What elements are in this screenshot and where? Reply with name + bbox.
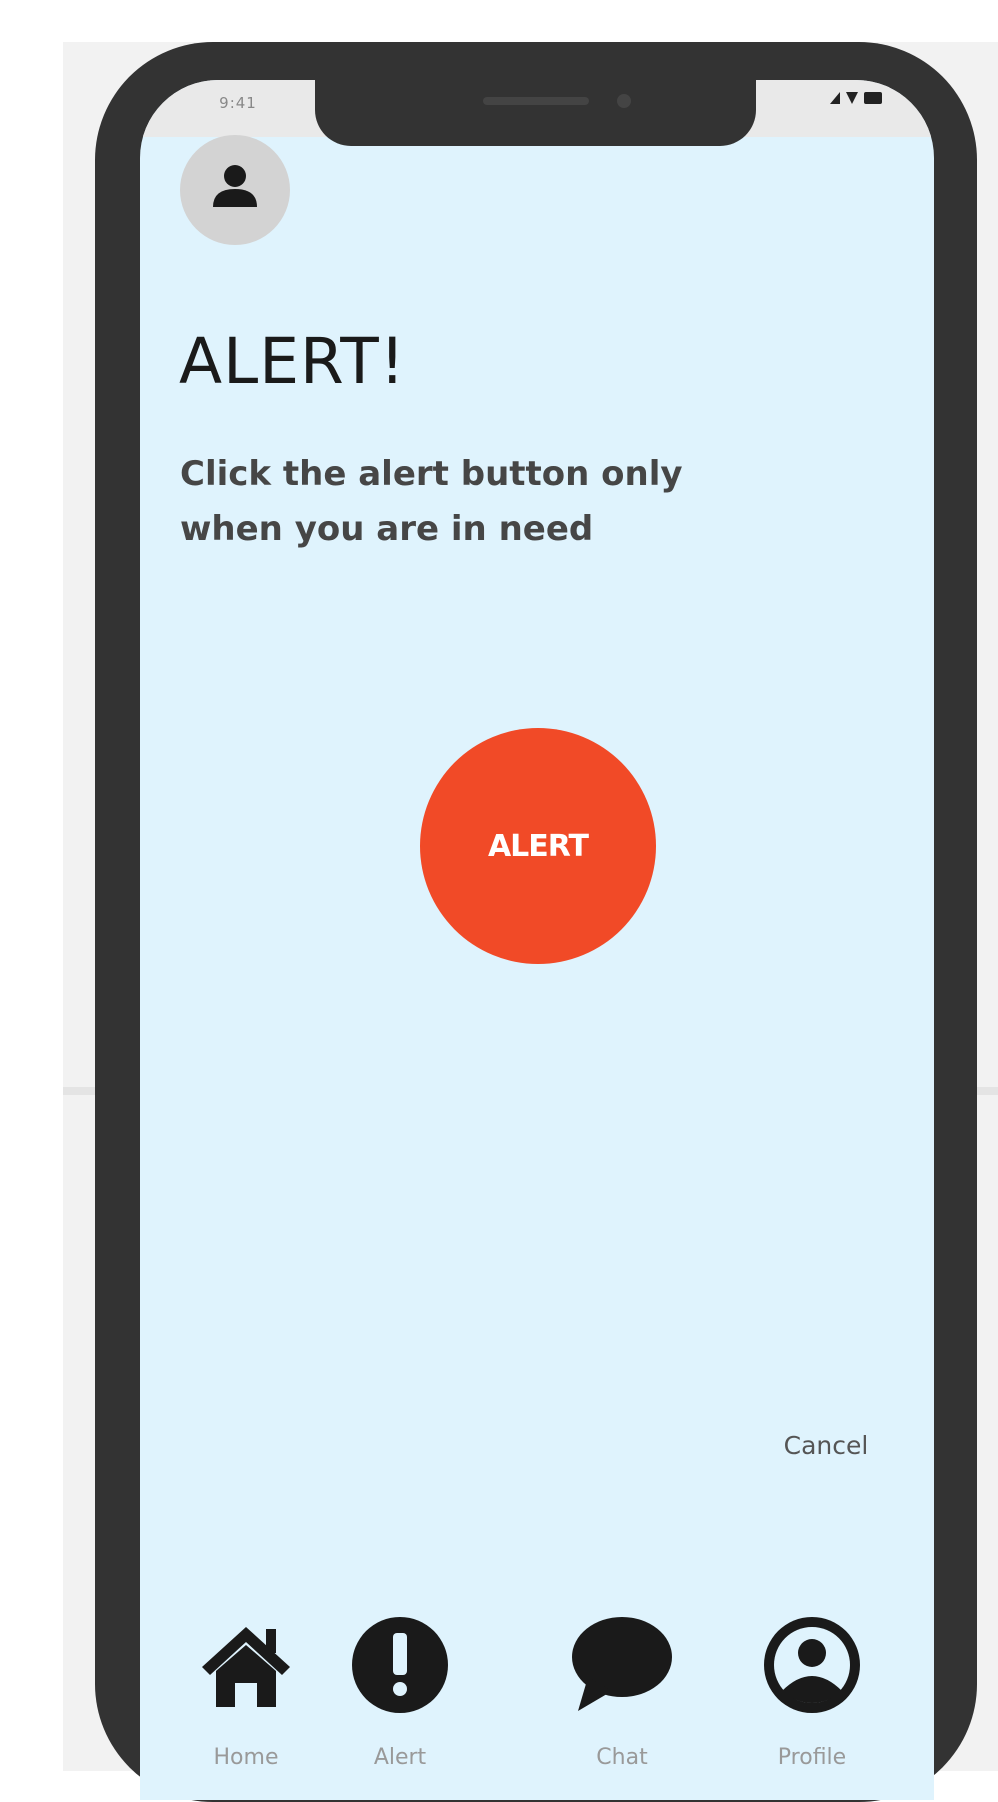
- nav-label-chat: Chat: [596, 1745, 648, 1770]
- user-avatar[interactable]: [180, 135, 290, 245]
- status-time: 9:41: [219, 94, 257, 112]
- cancel-button[interactable]: Cancel: [770, 1431, 882, 1460]
- nav-item-chat[interactable]: Chat: [552, 1615, 692, 1800]
- chat-bubble-icon: [572, 1617, 672, 1711]
- nav-item-profile[interactable]: Profile: [742, 1615, 882, 1800]
- nav-label-home: Home: [213, 1745, 279, 1770]
- nav-item-home[interactable]: Home: [176, 1615, 316, 1800]
- home-icon: [202, 1627, 290, 1707]
- signal-icon: [830, 92, 840, 104]
- front-camera: [617, 94, 631, 108]
- nav-label-profile: Profile: [777, 1745, 847, 1770]
- wifi-icon: [846, 92, 858, 104]
- alert-button[interactable]: ALERT: [420, 728, 656, 964]
- person-icon: [213, 165, 257, 207]
- phone-notch: [315, 80, 756, 146]
- page-title: ALERT!: [179, 325, 406, 398]
- phone-screen: 9:41 ALERT! Click the alert button only …: [140, 80, 934, 1800]
- battery-icon: [864, 92, 882, 104]
- user-circle-icon: [764, 1617, 860, 1713]
- speaker-grille: [483, 97, 589, 105]
- nav-item-alert[interactable]: Alert: [330, 1615, 470, 1800]
- nav-label-alert: Alert: [373, 1745, 427, 1770]
- status-icons: [830, 92, 882, 104]
- page-instruction: Click the alert button only when you are…: [180, 454, 683, 549]
- exclamation-icon: [352, 1617, 448, 1713]
